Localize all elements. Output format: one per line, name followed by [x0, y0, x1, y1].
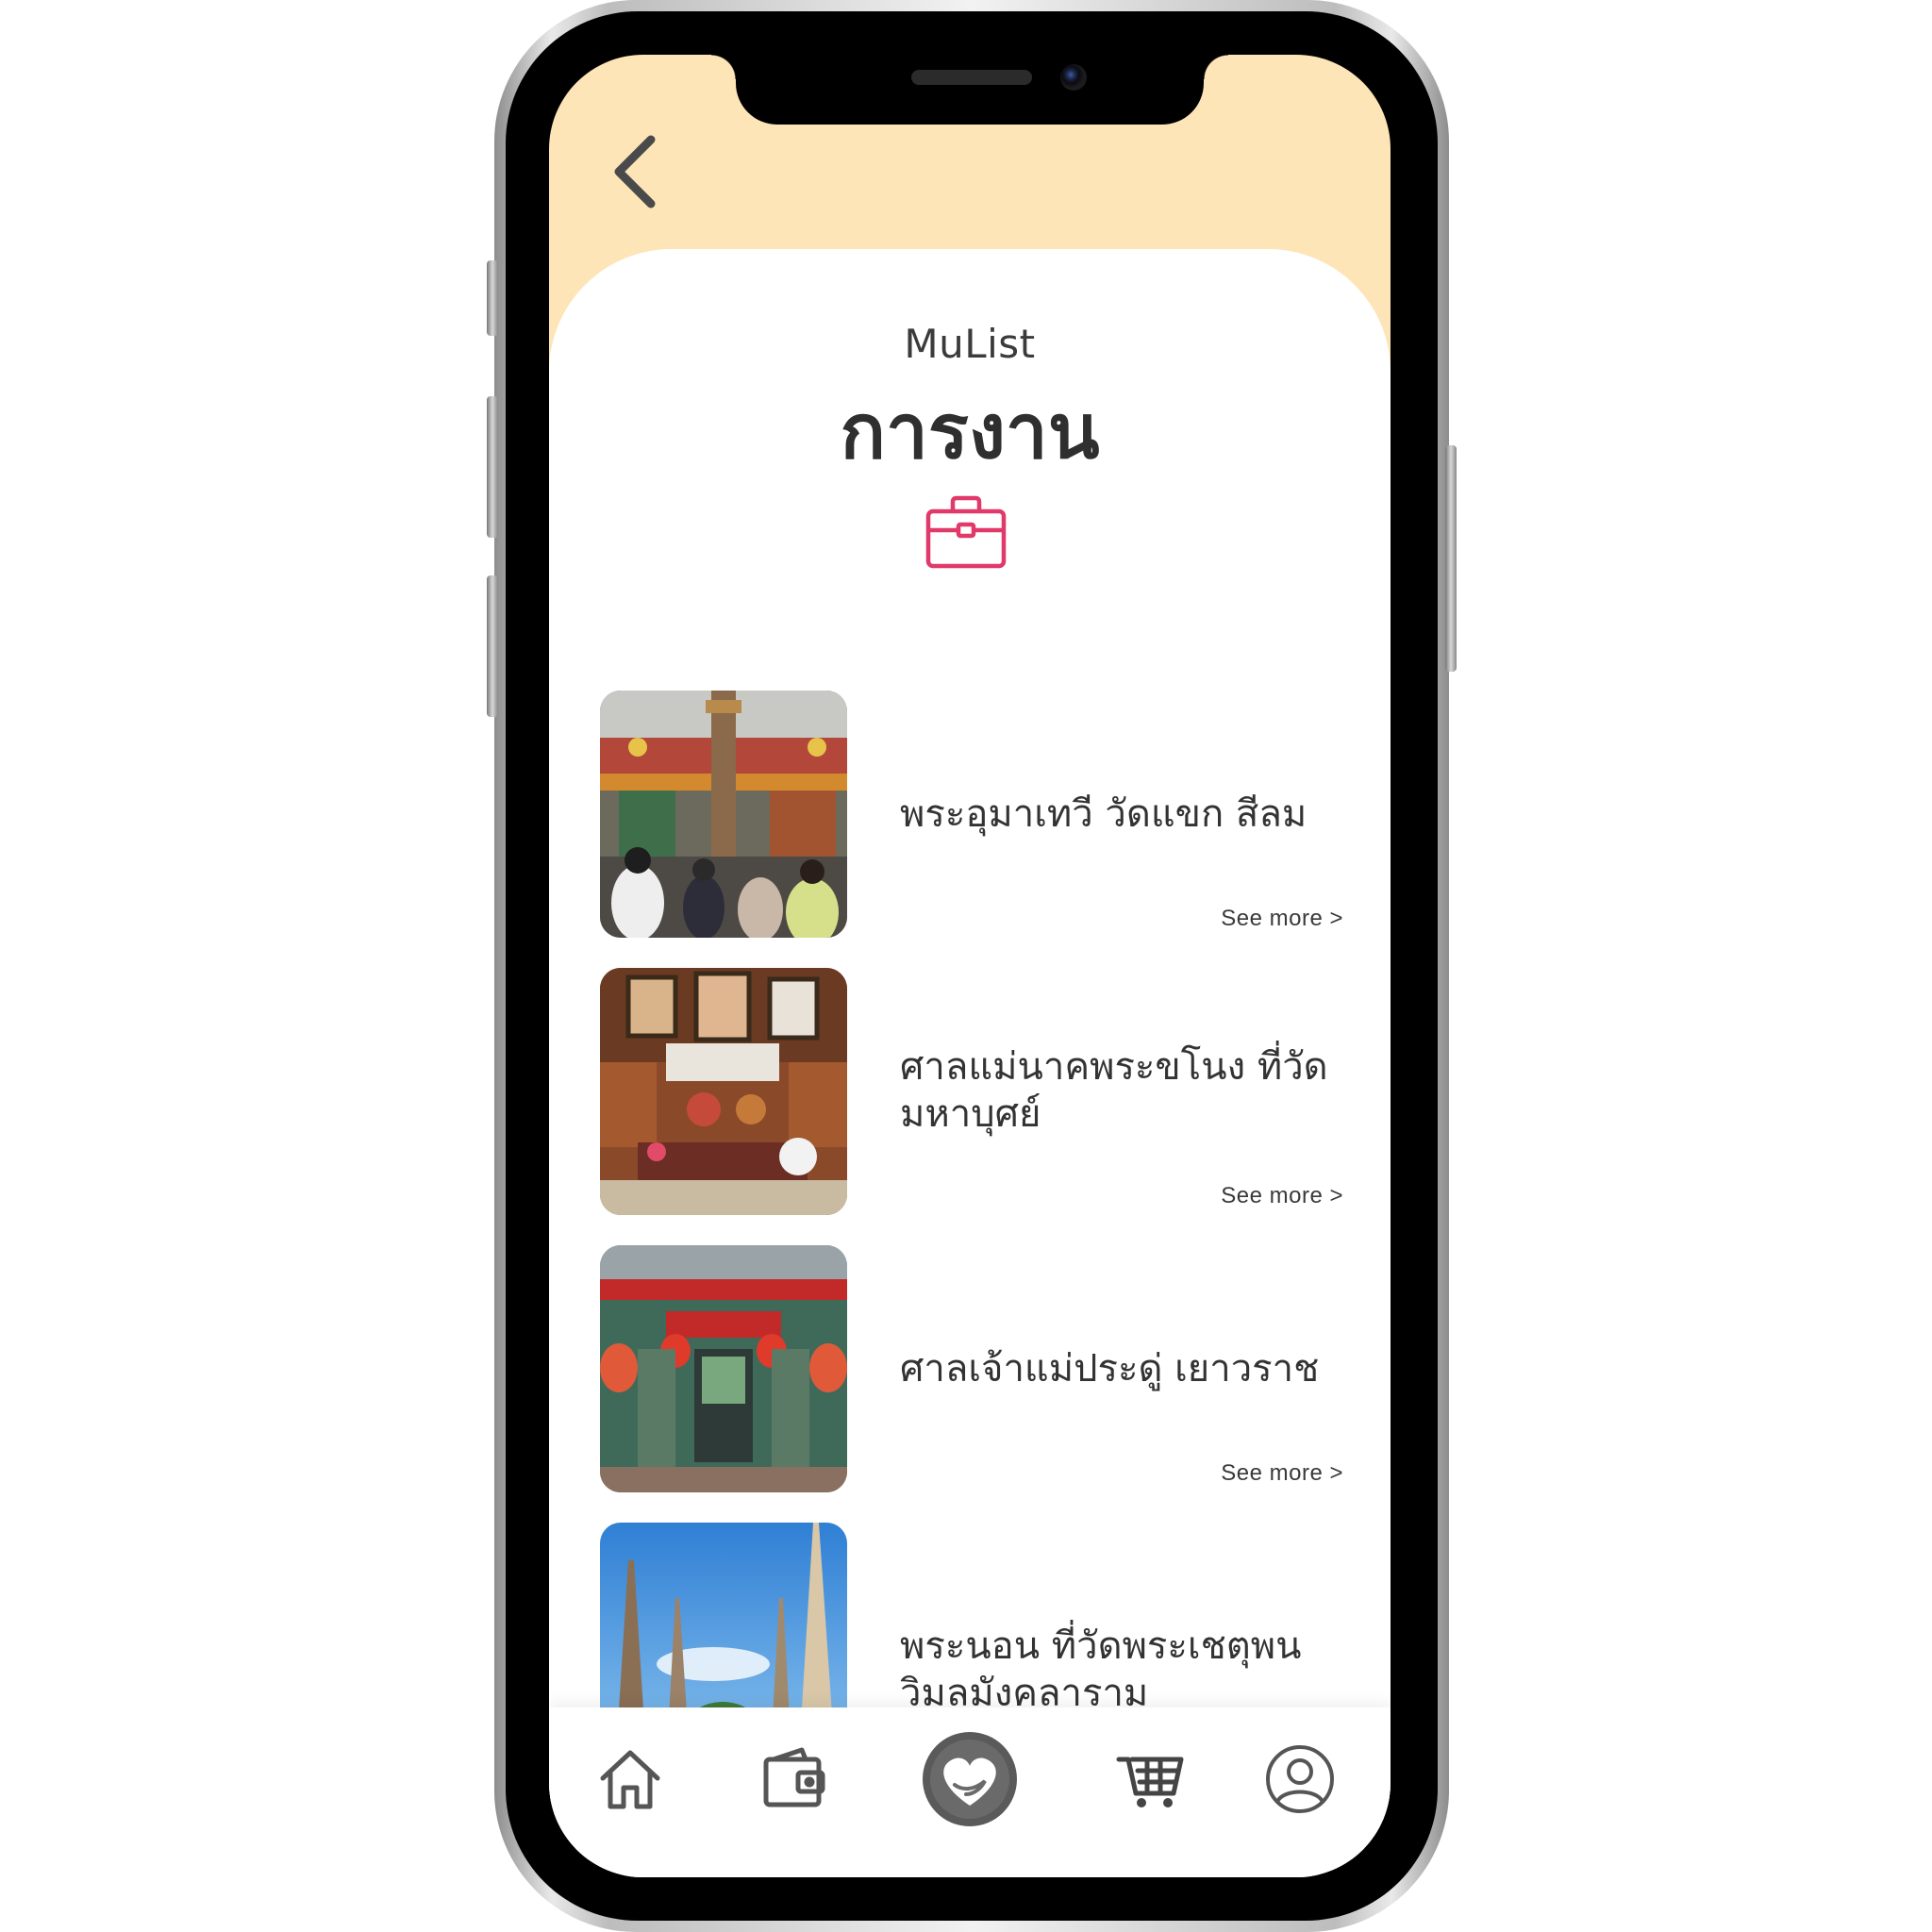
home-icon — [600, 1750, 660, 1809]
shrine-photo — [600, 968, 847, 1215]
item-title: พระนอน ที่วัดพระเชตุพนวิมลมังคลาราม — [900, 1624, 1302, 1715]
volume-down-button — [487, 575, 498, 717]
tab-profile[interactable] — [1253, 1732, 1347, 1826]
wallet-icon — [763, 1747, 825, 1807]
tab-cart[interactable] — [1104, 1732, 1198, 1826]
heart-hand-icon — [923, 1732, 1017, 1826]
speaker-grille — [911, 70, 1032, 85]
item-title: พระอุมาเทวี วัดแขก สีลม — [900, 792, 1307, 836]
phone-notch — [711, 55, 1228, 125]
see-more-link[interactable]: See more > — [1221, 906, 1343, 932]
see-more-link[interactable]: See more > — [1221, 1460, 1343, 1487]
volume-up-button — [487, 396, 498, 538]
item-title: ศาลแม่นาคพระขโนง ที่วัดมหาบุศย์ — [900, 1045, 1328, 1136]
tab-wallet[interactable] — [747, 1732, 841, 1826]
mute-switch — [487, 260, 498, 336]
list-item[interactable]: ศาลเจ้าแม่ประดู่ เยาวราช See more > — [600, 1245, 1383, 1492]
profile-icon — [1266, 1745, 1334, 1813]
place-list: พระอุมาเทวี วัดแขก สีลม See more > ศาลแม… — [549, 55, 1391, 1877]
chinese-shrine-photo — [600, 1245, 847, 1492]
see-more-link[interactable]: See more > — [1221, 1183, 1343, 1209]
front-camera — [1060, 64, 1087, 91]
hindu-temple-photo — [600, 691, 847, 938]
item-title: ศาลเจ้าแม่ประดู่ เยาวราช — [900, 1347, 1320, 1391]
list-item[interactable]: ศาลแม่นาคพระขโนง ที่วัดมหาบุศย์ See more… — [600, 968, 1383, 1215]
app-screen: MuList การงาน พระอุมาเทวี วัดแขก สีลม Se… — [549, 55, 1391, 1877]
tab-home[interactable] — [583, 1732, 677, 1826]
power-button — [1445, 445, 1457, 672]
bottom-tab-bar — [549, 1707, 1391, 1877]
cart-icon — [1116, 1757, 1184, 1807]
list-item[interactable]: พระอุมาเทวี วัดแขก สีลม See more > — [600, 691, 1383, 938]
tab-favorites[interactable] — [923, 1732, 1017, 1826]
